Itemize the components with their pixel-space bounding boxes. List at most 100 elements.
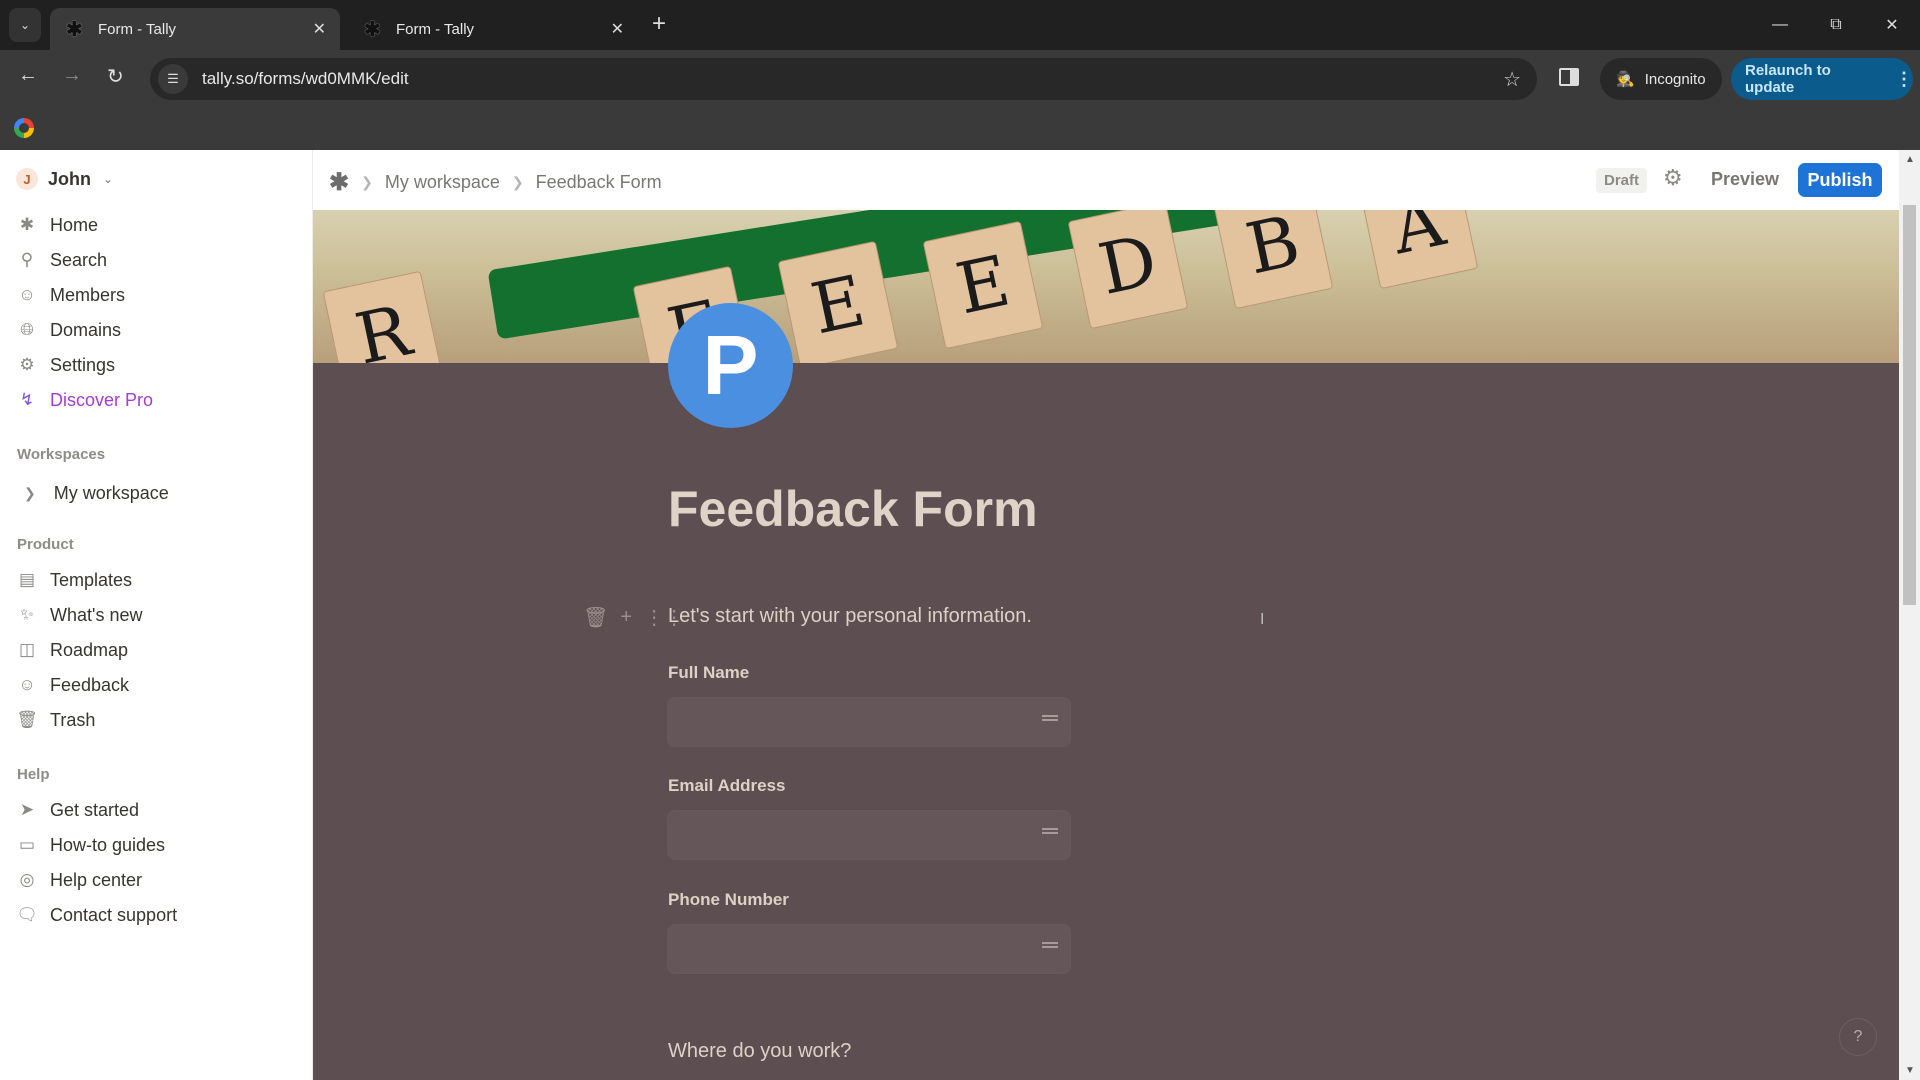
field-label-phone[interactable]: Phone Number — [668, 890, 789, 910]
tally-asterisk-icon: ✱ — [19, 215, 35, 234]
smiley-icon: ☺ — [18, 675, 36, 694]
breadcrumb-workspace[interactable]: My workspace — [385, 172, 500, 193]
tab-title: Form - Tally — [396, 20, 475, 38]
form-title[interactable]: Feedback Form — [668, 480, 1038, 538]
browser-tab-bar: ⌄ ✱ Form - Tally ✕ ✱ Form - Tally ✕ + — … — [0, 0, 1920, 50]
sidebar-item-label: Help center — [50, 869, 143, 890]
chevron-down-icon: ⌄ — [103, 172, 114, 186]
trash-icon: 🗑︎ — [16, 710, 38, 729]
chevron-down-icon: ⌄ — [19, 18, 31, 32]
sidebar-item-get-started[interactable]: ➤ Get started — [16, 795, 139, 825]
sidebar-item-search[interactable]: ⚲ Search — [16, 245, 107, 275]
sidebar-item-whats-new[interactable]: ✨︎ What's new — [16, 600, 142, 630]
plus-icon[interactable]: + — [620, 606, 632, 629]
preview-button[interactable]: Preview — [1711, 169, 1779, 190]
close-window-icon[interactable]: ✕ — [1864, 0, 1920, 50]
full-name-input[interactable] — [668, 698, 1070, 746]
question-where-work[interactable]: Where do you work? — [668, 1040, 851, 1063]
incognito-indicator[interactable]: 🕵 Incognito — [1600, 58, 1722, 100]
sidebar-item-label: Members — [50, 284, 126, 305]
scrollbar-thumb[interactable] — [1903, 205, 1916, 605]
help-heading: Help — [17, 766, 50, 783]
breadcrumb-form[interactable]: Feedback Form — [536, 172, 662, 193]
chevron-right-icon: ❯ — [361, 174, 373, 190]
sidebar-item-label: What's new — [50, 604, 143, 625]
sidebar-item-my-workspace[interactable]: ❯ My workspace — [18, 476, 298, 510]
sidebar-item-feedback[interactable]: ☺ Feedback — [16, 670, 129, 700]
sidebar-item-label: Domains — [50, 319, 122, 340]
relaunch-button[interactable]: Relaunch to update ⋮ — [1731, 58, 1913, 100]
chat-bubble-icon: 🗨︎ — [16, 905, 38, 924]
google-bookmark-icon[interactable] — [14, 118, 34, 138]
back-icon[interactable]: ← — [18, 64, 38, 87]
sidebar-item-discover-pro[interactable]: ↯ Discover Pro — [16, 385, 153, 415]
avatar: J — [16, 168, 38, 190]
incognito-label: Incognito — [1644, 70, 1706, 88]
sidebar-item-label: Search — [50, 249, 108, 270]
form-logo[interactable]: P — [668, 303, 793, 428]
scroll-down-icon[interactable]: ▼ — [1905, 1065, 1915, 1076]
close-tab-icon[interactable]: ✕ — [611, 19, 624, 39]
incognito-icon: 🕵 — [1616, 71, 1635, 88]
sidebar-item-templates[interactable]: ▤ Templates — [16, 565, 132, 595]
gear-icon[interactable]: ⚙ — [1663, 165, 1683, 191]
forward-icon[interactable]: → — [62, 64, 82, 87]
lifebuoy-icon: ◎ — [19, 870, 35, 889]
field-label-email[interactable]: Email Address — [668, 776, 785, 796]
user-menu[interactable]: J John ⌄ — [16, 168, 113, 190]
new-tab-button[interactable]: + — [652, 10, 666, 38]
input-type-icon — [1042, 828, 1058, 834]
tab-search-button[interactable]: ⌄ — [9, 8, 41, 42]
more-menu-icon[interactable]: ⋮ — [1895, 69, 1913, 90]
sidebar-item-label: Get started — [50, 799, 140, 820]
cover-tile: R — [322, 270, 444, 363]
sidebar-item-settings[interactable]: ⚙ Settings — [16, 350, 115, 380]
sidebar-item-label: Home — [50, 214, 99, 235]
sidebar-item-how-to-guides[interactable]: ▭ How-to guides — [16, 830, 165, 860]
relaunch-label: Relaunch to update — [1745, 62, 1831, 96]
browser-tab[interactable]: ✱ Form - Tally ✕ — [348, 8, 638, 50]
url-text[interactable]: tally.so/forms/wd0MMK/edit — [202, 69, 1503, 89]
sidebar: J John ⌄ ✱ Home ⚲ Search ☺ Members 🌐︎ Do… — [0, 150, 313, 1080]
text-cursor-icon: I — [1260, 611, 1265, 628]
cover-tile: D — [1067, 210, 1189, 330]
sidebar-item-label: Contact support — [50, 904, 178, 925]
site-info-icon[interactable]: ☰ — [158, 64, 188, 94]
field-label-full-name[interactable]: Full Name — [668, 663, 749, 683]
email-input[interactable] — [668, 811, 1070, 859]
tally-favicon-icon: ✱ — [364, 18, 381, 41]
workspaces-heading: Workspaces — [17, 446, 106, 463]
restore-icon[interactable]: ⧉ — [1808, 0, 1864, 50]
sidebar-item-domains[interactable]: 🌐︎ Domains — [16, 315, 121, 345]
sidebar-item-help-center[interactable]: ◎ Help center — [16, 865, 142, 895]
reload-icon[interactable]: ↻ — [107, 64, 124, 89]
scroll-up-icon[interactable]: ▲ — [1905, 154, 1915, 165]
sidebar-item-contact-support[interactable]: 🗨︎ Contact support — [16, 900, 177, 930]
cover-image[interactable]: R F E E D B A — [313, 210, 1899, 363]
publish-button[interactable]: Publish — [1798, 163, 1882, 197]
sidebar-item-roadmap[interactable]: ◫ Roadmap — [16, 635, 128, 665]
minimize-icon[interactable]: — — [1752, 0, 1808, 50]
close-tab-icon[interactable]: ✕ — [313, 19, 326, 39]
sidebar-item-home[interactable]: ✱ Home — [16, 210, 98, 240]
intro-text[interactable]: Let's start with your personal informati… — [668, 605, 1032, 628]
bookmark-star-icon[interactable]: ☆ — [1503, 67, 1521, 92]
form-editor: ✱ ❯ My workspace ❯ Feedback Form Draft ⚙… — [313, 150, 1899, 1080]
sidebar-item-members[interactable]: ☺ Members — [16, 280, 125, 310]
side-panel-icon[interactable] — [1559, 68, 1579, 86]
input-type-icon — [1042, 942, 1058, 948]
tally-logo-icon[interactable]: ✱ — [329, 168, 349, 197]
chevron-right-icon[interactable]: ❯ — [24, 485, 36, 502]
cover-tile: A — [1357, 210, 1479, 290]
lightning-icon: ↯ — [19, 390, 35, 409]
workspace-label: My workspace — [53, 482, 169, 503]
trash-icon[interactable]: 🗑︎ — [583, 605, 608, 630]
browser-tab-active[interactable]: ✱ Form - Tally ✕ — [50, 8, 340, 50]
page-scrollbar[interactable]: ▲ ▼ — [1899, 150, 1920, 1080]
help-button[interactable]: ? — [1839, 1018, 1877, 1056]
sidebar-item-trash[interactable]: 🗑︎ Trash — [16, 705, 95, 735]
phone-input[interactable] — [668, 925, 1070, 973]
address-bar[interactable]: ☰ tally.so/forms/wd0MMK/edit ☆ — [150, 58, 1537, 100]
gear-icon: ⚙ — [19, 355, 35, 374]
status-badge: Draft — [1596, 168, 1648, 193]
